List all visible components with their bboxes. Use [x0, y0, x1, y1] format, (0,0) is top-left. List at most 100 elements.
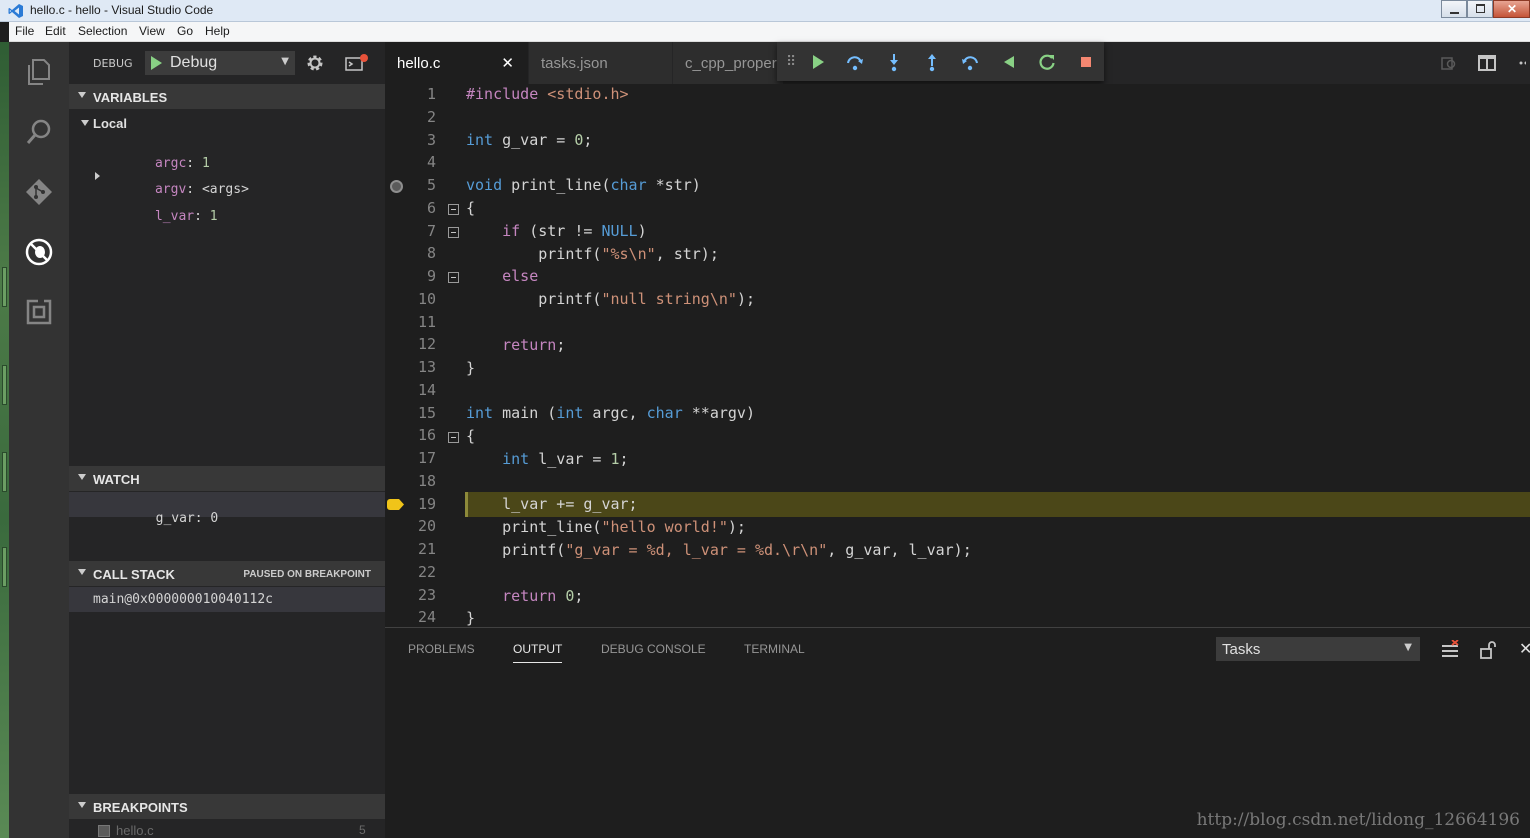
- reverse-continue-icon[interactable]: [999, 52, 1019, 72]
- menu-go[interactable]: Go: [177, 24, 193, 38]
- fold-icon[interactable]: [448, 272, 459, 283]
- menu-file[interactable]: File: [15, 24, 34, 38]
- checkbox-icon[interactable]: [98, 825, 110, 837]
- argv-expand-icon[interactable]: [95, 172, 100, 180]
- menu-help[interactable]: Help: [205, 24, 230, 38]
- output-channel-select[interactable]: Tasks ▼: [1216, 637, 1420, 661]
- variable-row[interactable]: l_var: 1: [108, 194, 218, 239]
- line-number: 3: [426, 130, 436, 149]
- step-out-icon[interactable]: [922, 52, 942, 72]
- line-number: 6: [426, 198, 436, 217]
- code-line: print_line("hello world!");: [466, 518, 746, 536]
- watermark: http://blog.csdn.net/lidong_12664196: [1196, 810, 1520, 830]
- menu-edit[interactable]: Edit: [45, 24, 66, 38]
- code-editor[interactable]: 1 2 3 4 5 6 7 8 9 10 11 12 13 14 15 16 17 18 19 20 21 22 23 24 …: [385, 84, 1530, 627]
- fold-icon[interactable]: [448, 227, 459, 238]
- tab-c-cpp-properties[interactable]: c_cpp_proper: [673, 42, 783, 84]
- files-icon[interactable]: [24, 57, 54, 87]
- watch-title: WATCH: [93, 472, 140, 487]
- callstack-section-header[interactable]: CALL STACK PAUSED ON BREAKPOINT: [69, 561, 385, 586]
- title-bar: hello.c - hello - Visual Studio Code ✕: [0, 0, 1530, 22]
- tab-debug-console[interactable]: DEBUG CONSOLE: [601, 642, 706, 656]
- step-back-icon[interactable]: [960, 52, 980, 72]
- tab-terminal[interactable]: TERMINAL: [744, 642, 805, 656]
- menu-view[interactable]: View: [139, 24, 165, 38]
- close-window-button[interactable]: ✕: [1493, 0, 1530, 18]
- bottom-panel: PROBLEMS OUTPUT DEBUG CONSOLE TERMINAL T…: [385, 627, 1530, 838]
- breakpoint-row[interactable]: hello.c 5: [69, 820, 385, 838]
- code-line: void print_line(char *str): [466, 176, 701, 194]
- local-expand-icon[interactable]: [81, 120, 89, 126]
- code-line: int l_var = 1;: [466, 450, 629, 468]
- open-changes-icon[interactable]: [1440, 55, 1458, 71]
- code-line: {: [466, 427, 476, 445]
- close-icon: ✕: [1507, 2, 1518, 16]
- debug-console-icon[interactable]: [345, 53, 369, 73]
- collapse-icon: [78, 569, 86, 575]
- close-icon[interactable]: ✕: [501, 54, 514, 72]
- line-number: 22: [417, 562, 436, 581]
- debug-label: DEBUG: [93, 57, 133, 70]
- clear-output-icon[interactable]: [1440, 640, 1460, 660]
- watch-row[interactable]: g_var: 0: [69, 492, 385, 526]
- line-number: 21: [417, 540, 436, 558]
- collapse-icon: [78, 92, 86, 98]
- git-icon[interactable]: [24, 177, 54, 207]
- maximize-button[interactable]: [1467, 0, 1493, 18]
- drag-handle-icon[interactable]: ⠿: [786, 54, 796, 70]
- collapse-icon: [78, 474, 86, 480]
- breakpoints-title: BREAKPOINTS: [93, 800, 188, 815]
- line-number: 23: [417, 585, 436, 604]
- fold-icon[interactable]: [448, 432, 459, 443]
- continue-icon[interactable]: [808, 52, 828, 72]
- local-scope-label[interactable]: Local: [93, 116, 127, 131]
- debug-config-name: Debug: [170, 54, 218, 71]
- code-line: else: [466, 267, 539, 285]
- gear-icon[interactable]: [305, 53, 325, 73]
- debug-header: DEBUG Debug ▼: [69, 42, 385, 84]
- line-number: 10: [417, 289, 436, 308]
- extensions-icon[interactable]: [24, 297, 54, 327]
- code-line: return 0;: [466, 587, 584, 605]
- split-editor-icon[interactable]: [1478, 55, 1496, 71]
- restart-icon[interactable]: [1037, 52, 1057, 72]
- more-actions-icon[interactable]: [1516, 55, 1526, 71]
- debug-config-select[interactable]: Debug ▼: [145, 51, 295, 75]
- line-number: 17: [417, 449, 436, 467]
- window-title: hello.c - hello - Visual Studio Code: [30, 3, 214, 17]
- search-icon[interactable]: [24, 117, 54, 147]
- code-line: }: [466, 359, 476, 377]
- fold-icon[interactable]: [448, 204, 459, 215]
- tab-hello-c[interactable]: hello.c ✕: [385, 42, 528, 84]
- chevron-down-icon: ▼: [1404, 642, 1412, 653]
- step-into-icon[interactable]: [884, 52, 904, 72]
- variables-section-header[interactable]: VARIABLES: [69, 84, 385, 109]
- tab-problems[interactable]: PROBLEMS: [408, 642, 475, 656]
- lock-scroll-icon[interactable]: [1478, 640, 1498, 660]
- debug-icon[interactable]: [24, 237, 54, 267]
- line-number: 5: [426, 176, 436, 194]
- code-line: int main (int argc, char **argv): [466, 404, 755, 422]
- code-line: #include <stdio.h>: [466, 85, 629, 103]
- callstack-title: CALL STACK: [93, 567, 175, 582]
- code-line-current: l_var += g_var;: [466, 495, 638, 513]
- stop-icon[interactable]: [1076, 52, 1096, 72]
- watch-section-header[interactable]: WATCH: [69, 466, 385, 491]
- line-number: 8: [426, 244, 436, 263]
- line-number: 20: [417, 517, 436, 536]
- minimize-button[interactable]: [1441, 0, 1467, 18]
- vscode-logo-icon: [8, 4, 23, 18]
- debug-toolbar: ⠿: [777, 42, 1104, 81]
- line-number: 9: [426, 267, 436, 285]
- start-debug-icon[interactable]: [149, 55, 163, 71]
- chevron-down-icon: ▼: [281, 56, 289, 67]
- menu-selection[interactable]: Selection: [78, 24, 127, 38]
- line-number: 4: [426, 153, 436, 172]
- tab-tasks-json[interactable]: tasks.json: [529, 42, 672, 84]
- step-over-icon[interactable]: [845, 52, 865, 72]
- code-line: {: [466, 199, 476, 217]
- close-panel-icon[interactable]: ✕: [1519, 639, 1530, 658]
- tab-output[interactable]: OUTPUT: [513, 642, 563, 663]
- breakpoints-section-header[interactable]: BREAKPOINTS: [69, 794, 385, 819]
- stack-frame-row[interactable]: main@0x000000010040112c: [69, 587, 385, 612]
